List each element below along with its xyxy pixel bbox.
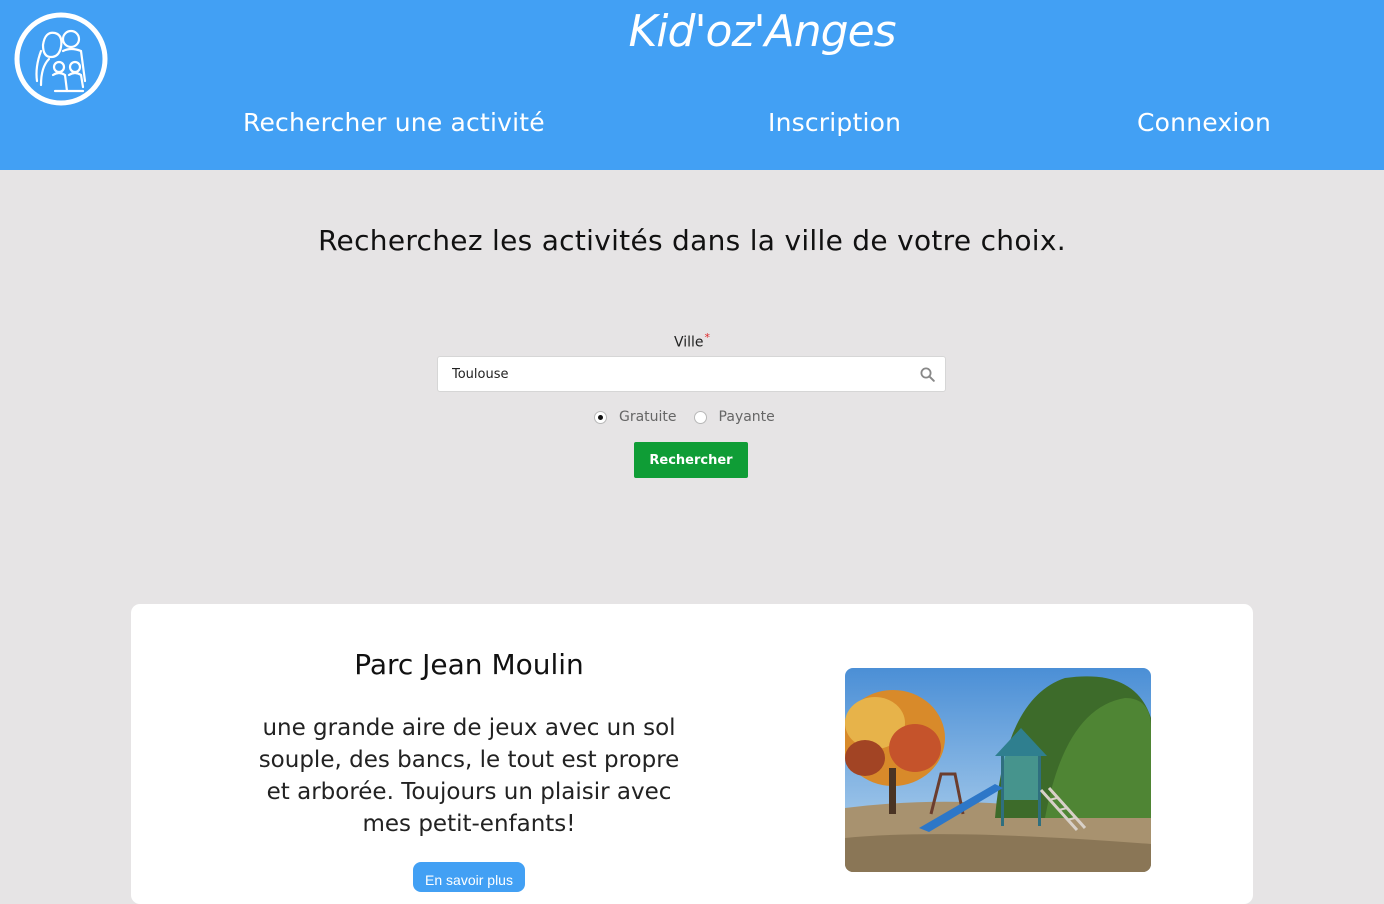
radio-paid-label[interactable]: Payante <box>719 409 775 425</box>
city-field-label: Ville* <box>0 331 1384 351</box>
city-search-box <box>437 356 946 392</box>
required-asterisk: * <box>704 331 711 344</box>
search-heading: Recherchez les activités dans la ville d… <box>318 224 1066 257</box>
family-logo-icon[interactable] <box>13 11 109 107</box>
radio-free-label[interactable]: Gratuite <box>619 409 677 425</box>
city-input[interactable] <box>438 357 922 391</box>
city-label-text: Ville <box>673 334 704 351</box>
price-filter: Gratuite Payante <box>594 408 775 426</box>
radio-free[interactable] <box>594 410 607 424</box>
radio-paid[interactable] <box>693 410 707 424</box>
activity-title: Parc Jean Moulin <box>354 648 584 681</box>
nav-login[interactable]: Connexion <box>1137 108 1271 137</box>
nav-search-activity[interactable]: Rechercher une activité <box>243 108 545 137</box>
site-header: Kid'oz'Anges Rechercher une activité Ins… <box>0 0 1384 170</box>
more-info-button[interactable]: En savoir plus <box>413 862 525 892</box>
brand-logo[interactable]: Kid'oz'Anges <box>540 6 984 57</box>
search-submit-button[interactable]: Rechercher <box>634 442 748 478</box>
activity-photo <box>845 668 1151 872</box>
nav-signup[interactable]: Inscription <box>768 108 901 137</box>
activity-card: Parc Jean Moulin une grande aire de jeux… <box>131 604 1253 904</box>
search-icon[interactable] <box>920 367 935 382</box>
activity-description: une grande aire de jeux avec un sol soup… <box>258 715 680 837</box>
